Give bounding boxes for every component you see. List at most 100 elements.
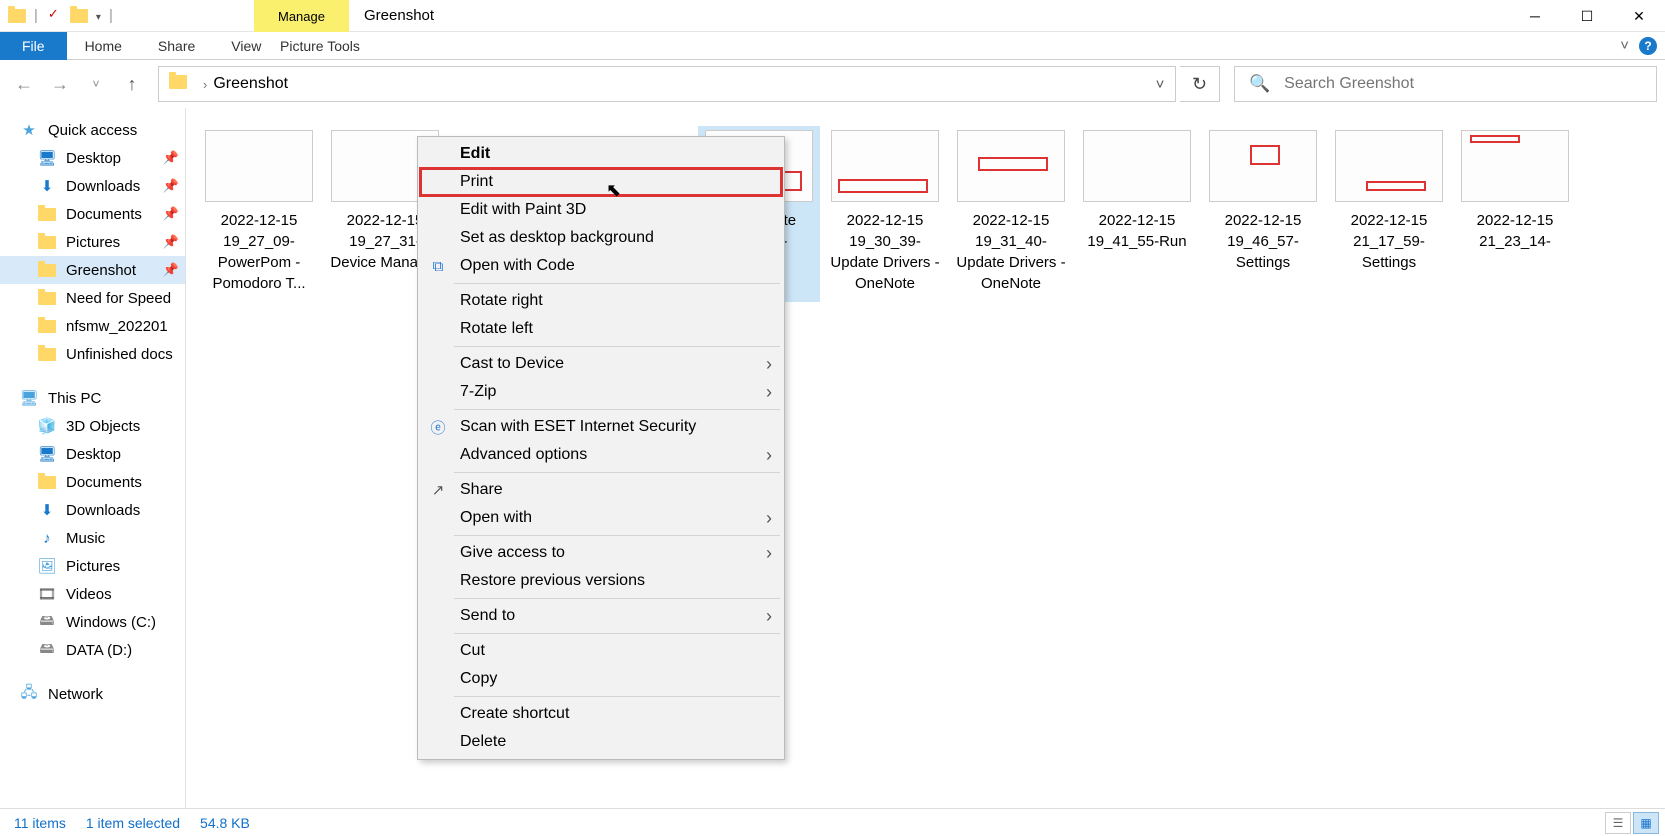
sidebar-item-nfs[interactable]: Need for Speed [0, 284, 185, 312]
ctx-paint3d[interactable]: Edit with Paint 3D [420, 196, 782, 224]
network[interactable]: 🖧 Network [0, 680, 185, 708]
window-title: Greenshot [364, 7, 434, 24]
file-item[interactable]: 2022-12-15 19_41_55-Run [1076, 126, 1198, 302]
body: ★Quick access 🖥Desktop📌 ⬇Downloads📌 Docu… [0, 108, 1665, 808]
help-icon[interactable]: ? [1639, 37, 1657, 55]
nav-label: Network [48, 686, 103, 703]
close-button[interactable]: ✕ [1613, 0, 1665, 32]
minimize-button[interactable]: ─ [1509, 0, 1561, 32]
ctx-delete[interactable]: Delete [420, 728, 782, 756]
details-view-button[interactable]: ☰ [1605, 812, 1631, 834]
sidebar-item-docs2[interactable]: Documents [0, 468, 185, 496]
ctx-advanced-options[interactable]: Advanced options [420, 441, 782, 469]
folder-icon [38, 208, 56, 221]
ctx-restore-previous[interactable]: Restore previous versions [420, 567, 782, 595]
file-name: 2022-12-15 19_46_57-Settings [1202, 210, 1324, 273]
nav-label: Windows (C:) [66, 614, 156, 631]
breadcrumb-current[interactable]: Greenshot [213, 75, 288, 93]
properties-icon[interactable] [46, 8, 62, 24]
ctx-share[interactable]: ↗Share [420, 476, 782, 504]
this-pc[interactable]: 🖥This PC [0, 384, 185, 412]
qat-dropdown-icon[interactable] [96, 7, 101, 24]
ctx-separator [454, 696, 780, 697]
collapse-ribbon-icon[interactable]: ˅ [1620, 37, 1629, 54]
ctx-rotate-left[interactable]: Rotate left [420, 315, 782, 343]
sidebar-item-greenshot[interactable]: Greenshot📌 [0, 256, 185, 284]
ctx-print[interactable]: Print [420, 168, 782, 196]
address-dropdown-icon[interactable]: ˅ [1145, 76, 1175, 93]
file-name: 2022-12-15 19_41_55-Run [1076, 210, 1198, 252]
up-button[interactable]: ↑ [116, 68, 148, 100]
folder-icon [169, 75, 187, 89]
ctx-cut[interactable]: Cut [420, 637, 782, 665]
recent-locations-icon[interactable]: ˅ [80, 68, 112, 100]
ctx-edit[interactable]: Edit [420, 140, 782, 168]
file-item[interactable]: 2022-12-15 21_23_14- [1454, 126, 1576, 302]
sidebar-item-desktop[interactable]: 🖥Desktop📌 [0, 144, 185, 172]
thumbnails-view-button[interactable]: ▦ [1633, 812, 1659, 834]
refresh-button[interactable]: ↻ [1180, 66, 1220, 102]
navigation-pane: ★Quick access 🖥Desktop📌 ⬇Downloads📌 Docu… [0, 108, 186, 808]
ctx-set-wallpaper[interactable]: Set as desktop background [420, 224, 782, 252]
file-item[interactable]: 2022-12-15 19_46_57-Settings [1202, 126, 1324, 302]
thumbnail [1335, 130, 1443, 202]
network-icon: 🖧 [20, 685, 38, 703]
sidebar-item-dl2[interactable]: ⬇Downloads [0, 496, 185, 524]
sidebar-item-3d[interactable]: 🧊3D Objects [0, 412, 185, 440]
ctx-open-with-code[interactable]: ⧉Open with Code [420, 252, 782, 280]
back-button[interactable]: ← [8, 68, 40, 100]
search-input[interactable] [1284, 75, 1642, 93]
file-item[interactable]: 2022-12-15 19_31_40-Update Drivers - One… [950, 126, 1072, 302]
file-item[interactable]: 2022-12-15 21_17_59-Settings [1328, 126, 1450, 302]
search-box[interactable]: 🔍 [1234, 66, 1657, 102]
forward-button[interactable]: → [44, 68, 76, 100]
pin-icon: 📌 [163, 150, 179, 166]
ctx-rotate-right[interactable]: Rotate right [420, 287, 782, 315]
sidebar-item-d-drive[interactable]: 🖴DATA (D:) [0, 636, 185, 664]
sidebar-item-videos[interactable]: 🎞Videos [0, 580, 185, 608]
maximize-button[interactable]: ☐ [1561, 0, 1613, 32]
sidebar-item-downloads[interactable]: ⬇Downloads📌 [0, 172, 185, 200]
file-item[interactable]: 2022-12-15 19_27_09-PowerPom - Pomodoro … [198, 126, 320, 302]
sidebar-item-pics2[interactable]: 🖼Pictures [0, 552, 185, 580]
file-tab[interactable]: File [0, 32, 67, 60]
sidebar-item-music[interactable]: ♪Music [0, 524, 185, 552]
ctx-send-to[interactable]: Send to [420, 602, 782, 630]
ctx-7zip[interactable]: 7-Zip [420, 378, 782, 406]
ctx-scan-eset[interactable]: ⓔScan with ESET Internet Security [420, 413, 782, 441]
ctx-cast-to-device[interactable]: Cast to Device [420, 350, 782, 378]
sidebar-item-desktop2[interactable]: 🖥Desktop [0, 440, 185, 468]
file-item[interactable]: 2022-12-15 19_30_39-Update Drivers - One… [824, 126, 946, 302]
sidebar-item-nfsmw[interactable]: nfsmw_202201 [0, 312, 185, 340]
share-tab[interactable]: Share [140, 32, 213, 60]
quick-access[interactable]: ★Quick access [0, 116, 185, 144]
nav-label: Quick access [48, 122, 137, 139]
file-name: 2022-12-15 19_27_09-PowerPom - Pomodoro … [198, 210, 320, 294]
ctx-separator [454, 598, 780, 599]
cube-icon: 🧊 [38, 417, 56, 435]
folder-icon [38, 320, 56, 333]
qat-separator: | [109, 7, 113, 24]
picture-tools-tab[interactable]: Picture Tools [262, 32, 378, 60]
manage-contextual-tab[interactable]: Manage [254, 0, 349, 32]
folder-icon [38, 264, 56, 277]
sidebar-item-unfinished[interactable]: Unfinished docs [0, 340, 185, 368]
pin-icon: 📌 [163, 206, 179, 222]
ctx-open-with[interactable]: Open with [420, 504, 782, 532]
window-controls: ─ ☐ ✕ [1509, 0, 1665, 32]
ctx-copy[interactable]: Copy [420, 665, 782, 693]
pin-icon: 📌 [163, 262, 179, 278]
chevron-right-icon[interactable]: › [197, 77, 213, 92]
nav-label: Downloads [66, 502, 140, 519]
nav-label: Downloads [66, 178, 140, 195]
sidebar-item-pictures[interactable]: Pictures📌 [0, 228, 185, 256]
ctx-give-access-to[interactable]: Give access to [420, 539, 782, 567]
home-tab[interactable]: Home [67, 32, 140, 60]
new-folder-icon[interactable] [70, 9, 88, 23]
qat-separator: | [34, 7, 38, 24]
sidebar-item-documents[interactable]: Documents📌 [0, 200, 185, 228]
ctx-separator [454, 535, 780, 536]
ctx-create-shortcut[interactable]: Create shortcut [420, 700, 782, 728]
address-bar[interactable]: › Greenshot ˅ [158, 66, 1176, 102]
sidebar-item-c-drive[interactable]: 🖴Windows (C:) [0, 608, 185, 636]
